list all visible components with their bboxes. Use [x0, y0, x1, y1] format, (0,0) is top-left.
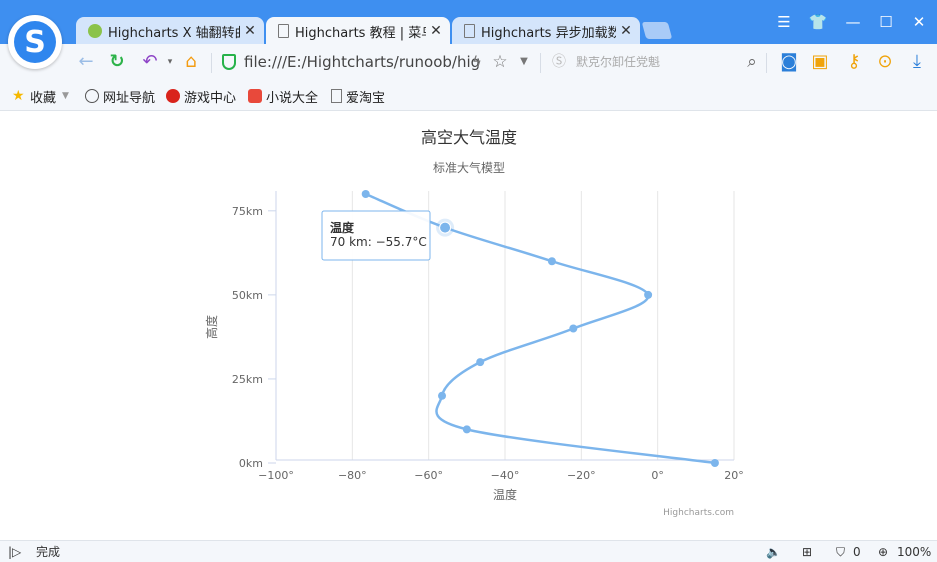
x-tick-label: 20°: [724, 469, 744, 482]
tab-title: Highcharts X 轴翻转曲: [108, 25, 240, 41]
tab-bar: Highcharts X 轴翻转曲 ✕ Highcharts 教程 | 菜鸟 ✕…: [0, 0, 937, 45]
browser-window: Highcharts X 轴翻转曲 ✕ Highcharts 教程 | 菜鸟 ✕…: [0, 0, 937, 562]
status-text: 完成: [36, 545, 61, 559]
tooltip-text: 70 km: −55.7°C: [330, 235, 427, 249]
search-input[interactable]: Ⓢ 默克尔卸任党魁: [548, 49, 762, 75]
secure-shield-icon: [222, 54, 236, 70]
document-icon: [464, 24, 475, 38]
close-tab-icon[interactable]: ✕: [616, 23, 636, 39]
page-favicon-icon: [88, 24, 102, 38]
screenshot-icon[interactable]: ◙: [777, 50, 801, 74]
bookmark-nav[interactable]: 网址导航: [85, 87, 156, 106]
document-icon: [278, 24, 289, 38]
close-tab-icon[interactable]: ✕: [426, 23, 446, 39]
bookmark-label: 网址导航: [103, 90, 156, 106]
window-icon[interactable]: ⊞: [802, 544, 812, 560]
novel-icon: [248, 89, 262, 103]
x-tick-label: −20°: [567, 469, 596, 482]
status-bar: |▷ 完成 🔈 ⊞ ⛉ 0 ⊕ 100%: [0, 540, 937, 562]
bookmark-games[interactable]: 游戏中心: [166, 87, 237, 106]
more-icon[interactable]: ⊙: [873, 50, 897, 74]
tab-title: Highcharts 异步加载数: [481, 25, 616, 41]
data-point[interactable]: [644, 290, 653, 299]
credits-link[interactable]: Highcharts.com: [663, 508, 734, 518]
x-tick-label: −100°: [258, 469, 294, 482]
chevron-down-icon: ▼: [62, 91, 69, 101]
x-axis-title: 温度: [493, 487, 517, 502]
y-tick-label: 25km: [232, 373, 263, 386]
chart-subtitle: 标准大气模型: [433, 160, 505, 175]
bookmark-label: 游戏中心: [184, 90, 237, 106]
zoom-level[interactable]: 100%: [897, 544, 931, 560]
bookmark-label: 小说大全: [266, 90, 319, 106]
tooltip: 温度 70 km: −55.7°C: [321, 210, 431, 261]
globe-icon: [85, 89, 99, 103]
document-icon: [331, 89, 342, 103]
tooltip-title: 温度: [330, 220, 355, 235]
skin-icon[interactable]: 👕: [805, 10, 831, 34]
extension-icon[interactable]: ▣: [808, 50, 832, 74]
lightning-icon[interactable]: ϟ: [465, 50, 489, 74]
url-text: file:///E:/Hightcharts/runoob/hig: [244, 53, 481, 71]
altitude-temperature-chart: 高空大气温度 标准大气模型 −100° −80° −60° −40° −20° 0° 20°…: [204, 128, 744, 518]
y-tick-label: 75km: [232, 205, 263, 218]
close-tab-icon[interactable]: ✕: [240, 23, 260, 39]
star-icon[interactable]: ☆: [488, 50, 512, 74]
x-tick-label: −80°: [338, 469, 367, 482]
sogou-search-icon: Ⓢ: [552, 54, 566, 70]
navigation-bar: ← ↻ ↶ ▾ ⌂ file:///E:/Hightcharts/runoob/…: [0, 44, 937, 80]
browser-logo: S: [8, 15, 62, 69]
bookmarks-bar: ★ 收藏 ▼ 网址导航 游戏中心 小说大全 爱淘宝: [0, 80, 937, 111]
chevron-down-icon[interactable]: ▼: [512, 50, 536, 74]
bookmark-label: 爱淘宝: [346, 90, 386, 106]
zoom-icon[interactable]: ⊕: [878, 544, 888, 560]
minimize-icon[interactable]: —: [840, 10, 866, 34]
ad-block-count: 0: [853, 545, 861, 559]
search-placeholder: 默克尔卸任党魁: [576, 55, 661, 69]
bookmark-taobao[interactable]: 爱淘宝: [331, 87, 386, 106]
bookmark-label: 收藏: [30, 90, 57, 106]
back-icon[interactable]: ←: [74, 50, 98, 74]
new-tab-button[interactable]: [641, 22, 673, 39]
data-point[interactable]: [710, 459, 719, 467]
y-tick-label: 50km: [232, 289, 263, 302]
data-point[interactable]: [439, 221, 452, 234]
sound-icon[interactable]: 🔈: [766, 544, 781, 560]
key-icon[interactable]: ⚷: [842, 50, 866, 74]
refresh-icon[interactable]: ↻: [105, 50, 129, 74]
page-content: 高空大气温度 标准大气模型 −100° −80° −60° −40° −20° 0° 20°…: [0, 111, 937, 540]
star-icon: ★: [12, 88, 25, 104]
maximize-icon[interactable]: ☐: [873, 10, 899, 34]
tab-title: Highcharts 教程 | 菜鸟: [295, 25, 426, 41]
home-icon[interactable]: ⌂: [179, 50, 203, 74]
y-tick-label: 0km: [239, 457, 263, 470]
x-tick-label: −60°: [414, 469, 443, 482]
y-axis-title: 高度: [204, 315, 219, 339]
search-icon[interactable]: ⌕: [740, 50, 764, 74]
x-tick-label: −40°: [491, 469, 520, 482]
play-icon[interactable]: |▷: [8, 544, 21, 560]
tab-1[interactable]: Highcharts X 轴翻转曲 ✕: [76, 17, 264, 45]
close-window-icon[interactable]: ✕: [906, 10, 932, 34]
ad-block-icon[interactable]: ⛉: [836, 544, 845, 560]
bookmark-novels[interactable]: 小说大全: [248, 87, 319, 106]
tab-3[interactable]: Highcharts 异步加载数 ✕: [452, 17, 640, 45]
data-point[interactable]: [547, 257, 556, 266]
x-tick-label: 0°: [651, 469, 664, 482]
data-point[interactable]: [476, 358, 485, 367]
data-point[interactable]: [462, 425, 471, 434]
menu-icon[interactable]: ☰: [771, 10, 797, 34]
data-point[interactable]: [569, 324, 578, 333]
tab-2[interactable]: Highcharts 教程 | 菜鸟 ✕: [266, 17, 450, 45]
game-center-icon: [166, 89, 180, 103]
chart-title: 高空大气温度: [421, 128, 517, 147]
data-point[interactable]: [361, 190, 370, 198]
bookmark-favorites[interactable]: ★ 收藏 ▼: [12, 87, 69, 106]
data-point[interactable]: [438, 391, 447, 400]
download-icon[interactable]: ⤓: [905, 50, 929, 74]
